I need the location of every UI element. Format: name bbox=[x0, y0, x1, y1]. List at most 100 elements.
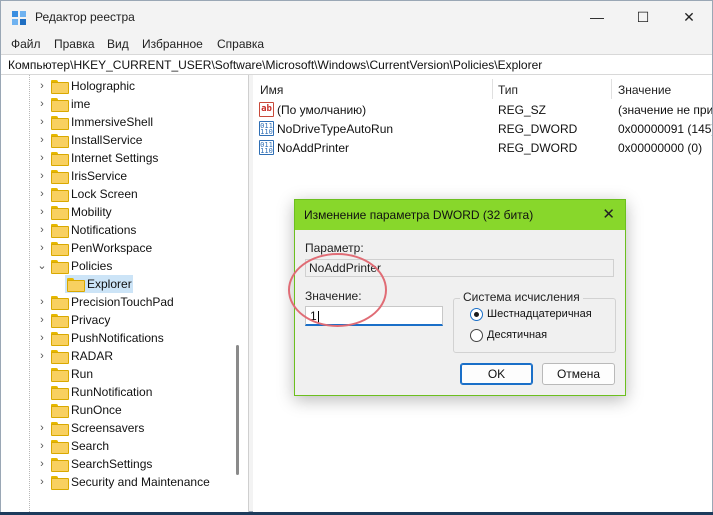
decimal-radio[interactable] bbox=[470, 329, 483, 342]
folder-icon bbox=[51, 458, 69, 472]
address-path: Компьютер\HKEY_CURRENT_USER\Software\Mic… bbox=[8, 58, 543, 72]
tree-item[interactable]: › Notifications bbox=[1, 221, 229, 239]
tree-item-label: SearchSettings bbox=[71, 457, 153, 471]
expand-chevron-icon[interactable]: › bbox=[37, 80, 47, 92]
tree-item[interactable]: › ime bbox=[1, 95, 229, 113]
expand-chevron-icon[interactable]: › bbox=[37, 242, 47, 254]
expand-chevron-icon[interactable]: › bbox=[37, 350, 47, 362]
expand-chevron-icon[interactable]: › bbox=[37, 134, 47, 146]
registry-editor-window: Редактор реестра — ☐ ✕ Файл Правка Вид И… bbox=[0, 0, 713, 512]
dialog-title-bar[interactable]: Изменение параметра DWORD (32 бита) ✕ bbox=[295, 200, 625, 230]
param-name-field: NoAddPrinter bbox=[305, 259, 614, 277]
tree-item[interactable]: › InstallService bbox=[1, 131, 229, 149]
param-label: Параметр: bbox=[305, 241, 364, 255]
column-type-header[interactable]: Тип bbox=[498, 83, 518, 97]
value-data: 0x00000091 (145) bbox=[618, 122, 712, 136]
tree-item-label: PrecisionTouchPad bbox=[71, 295, 174, 309]
expand-chevron-icon[interactable]: ⌄ bbox=[37, 260, 47, 272]
decimal-radio-label[interactable]: Десятичная bbox=[487, 329, 547, 341]
registry-key-tree[interactable]: › Holographic › ime › ImmersiveShell › InstallS… bbox=[1, 75, 249, 512]
column-separator[interactable] bbox=[611, 79, 612, 99]
tree-item[interactable]: RunOnce bbox=[1, 401, 229, 419]
expand-chevron-icon[interactable]: › bbox=[37, 152, 47, 164]
ok-button[interactable]: OK bbox=[460, 363, 533, 385]
tree-item[interactable]: › PenWorkspace bbox=[1, 239, 229, 257]
value-row[interactable]: ab(По умолчанию) REG_SZ (значение не присв… bbox=[253, 101, 712, 119]
tree-item[interactable]: › PrecisionTouchPad bbox=[1, 293, 229, 311]
maximize-button[interactable]: ☐ bbox=[620, 1, 666, 33]
hex-radio-label[interactable]: Шестнадцатеричная bbox=[487, 308, 592, 320]
tree-item[interactable]: › Search bbox=[1, 437, 229, 455]
close-icon[interactable]: ✕ bbox=[602, 205, 615, 223]
address-bar[interactable]: Компьютер\HKEY_CURRENT_USER\Software\Mic… bbox=[1, 54, 712, 75]
close-icon: ✕ bbox=[683, 8, 695, 25]
menu-help[interactable]: Справка bbox=[217, 37, 264, 51]
expand-chevron-icon[interactable]: › bbox=[37, 296, 47, 308]
tree-item[interactable]: ⌄ Policies bbox=[1, 257, 229, 275]
value-data-input[interactable]: 1 bbox=[305, 306, 443, 326]
cancel-button[interactable]: Отмена bbox=[542, 363, 615, 385]
expand-chevron-icon[interactable]: › bbox=[37, 458, 47, 470]
menu-view[interactable]: Вид bbox=[107, 37, 129, 51]
tree-item[interactable]: Run bbox=[1, 365, 229, 383]
tree-item-label: RunNotification bbox=[71, 385, 153, 399]
tree-item[interactable]: › PushNotifications bbox=[1, 329, 229, 347]
tree-item[interactable]: › Lock Screen bbox=[1, 185, 229, 203]
column-value-header[interactable]: Значение bbox=[618, 83, 671, 97]
menu-edit[interactable]: Правка bbox=[54, 37, 95, 51]
column-separator[interactable] bbox=[492, 79, 493, 99]
folder-icon bbox=[51, 314, 69, 328]
edit-dword-dialog: Изменение параметра DWORD (32 бита) ✕ Па… bbox=[294, 199, 626, 396]
value-name: (По умолчанию) bbox=[277, 103, 367, 117]
tree-item[interactable]: › Holographic bbox=[1, 77, 229, 95]
minimize-button[interactable]: — bbox=[574, 1, 620, 33]
tree-item-label: Mobility bbox=[71, 205, 112, 219]
expand-chevron-icon[interactable]: › bbox=[37, 332, 47, 344]
tree-item[interactable]: › SearchSettings bbox=[1, 455, 229, 473]
expand-chevron-icon[interactable]: › bbox=[37, 170, 47, 182]
tree-item[interactable]: › IrisService bbox=[1, 167, 229, 185]
tree-item[interactable]: › Mobility bbox=[1, 203, 229, 221]
value-name: NoDriveTypeAutoRun bbox=[277, 122, 394, 136]
tree-item-label: Internet Settings bbox=[71, 151, 159, 165]
value-text: 1 bbox=[310, 309, 317, 323]
expand-chevron-icon[interactable]: › bbox=[37, 422, 47, 434]
minimize-icon: — bbox=[590, 9, 604, 25]
tree-item[interactable]: › Privacy bbox=[1, 311, 229, 329]
tree-item-label: IrisService bbox=[71, 169, 128, 183]
tree-item[interactable]: › Security and Maintenance bbox=[1, 473, 229, 491]
hex-radio[interactable] bbox=[470, 308, 483, 321]
expand-chevron-icon[interactable]: › bbox=[37, 206, 47, 218]
menu-file[interactable]: Файл bbox=[11, 37, 41, 51]
column-name-header[interactable]: Имя bbox=[260, 83, 283, 97]
value-type: REG_SZ bbox=[498, 103, 547, 117]
value-row[interactable]: 011 110 NoAddPrinter REG_DWORD 0x00000000 (… bbox=[253, 139, 712, 157]
tree-item[interactable]: › Internet Settings bbox=[1, 149, 229, 167]
dword-value-icon: 011 110 bbox=[259, 121, 274, 136]
expand-chevron-icon[interactable]: › bbox=[37, 188, 47, 200]
radix-group: Система исчисления Шестнадцатеричная Дес… bbox=[453, 290, 616, 353]
expand-chevron-icon[interactable]: › bbox=[37, 116, 47, 128]
folder-icon bbox=[51, 206, 69, 220]
folder-icon bbox=[51, 98, 69, 112]
value-type: REG_DWORD bbox=[498, 122, 578, 136]
tree-item[interactable]: Explorer bbox=[1, 275, 229, 293]
expand-chevron-icon[interactable]: › bbox=[37, 314, 47, 326]
folder-icon bbox=[51, 242, 69, 256]
string-value-icon: ab bbox=[259, 102, 274, 117]
tree-item[interactable]: › RADAR bbox=[1, 347, 229, 365]
tree-scrollbar-thumb[interactable] bbox=[236, 345, 239, 475]
expand-chevron-icon[interactable]: › bbox=[37, 98, 47, 110]
tree-item[interactable]: › ImmersiveShell bbox=[1, 113, 229, 131]
folder-icon bbox=[67, 278, 85, 292]
menu-favorites[interactable]: Избранное bbox=[142, 37, 203, 51]
tree-item[interactable]: RunNotification bbox=[1, 383, 229, 401]
tree-item[interactable]: › Screensavers bbox=[1, 419, 229, 437]
expand-chevron-icon[interactable]: › bbox=[37, 224, 47, 236]
title-bar[interactable]: Редактор реестра — ☐ ✕ bbox=[1, 1, 712, 33]
expand-chevron-icon[interactable]: › bbox=[37, 440, 47, 452]
expand-chevron-icon[interactable]: › bbox=[37, 476, 47, 488]
value-row[interactable]: 011 110 NoDriveTypeAutoRun REG_DWORD 0x0000… bbox=[253, 120, 712, 138]
close-window-button[interactable]: ✕ bbox=[666, 1, 712, 33]
registry-editor-icon bbox=[12, 11, 26, 25]
